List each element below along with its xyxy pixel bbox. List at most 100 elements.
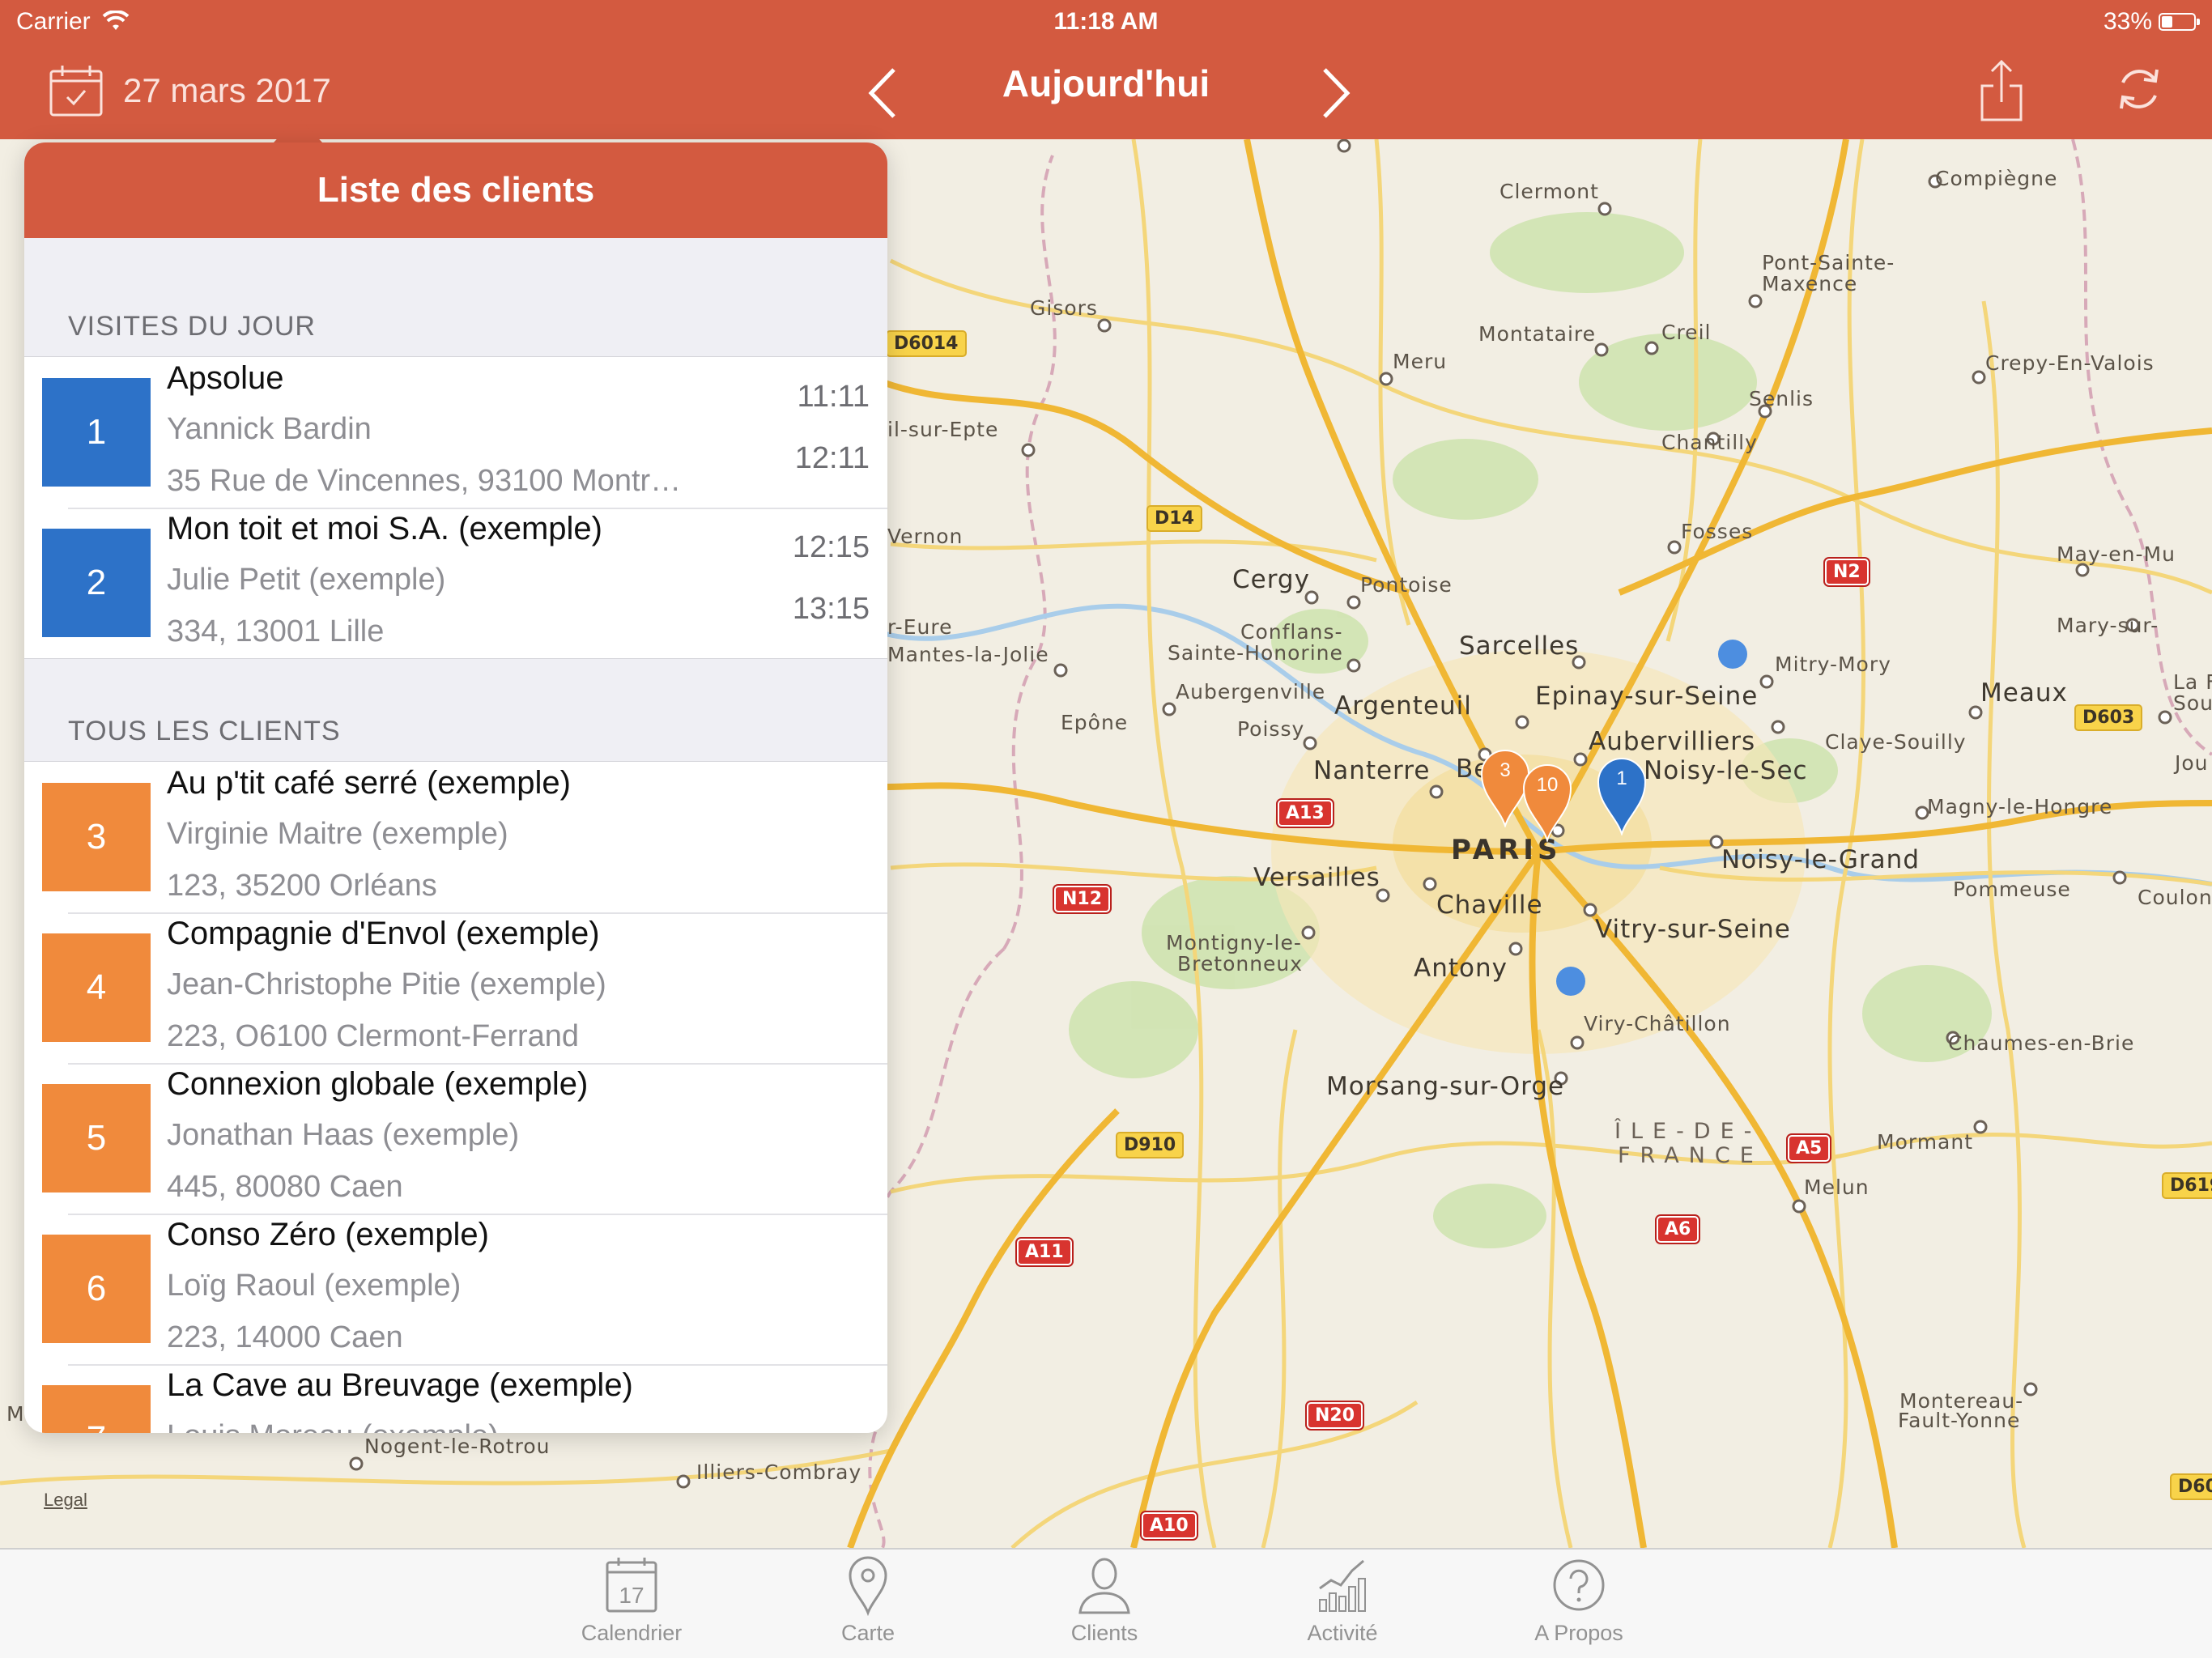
map-label: Vitry-sur-Seine bbox=[1595, 915, 1791, 944]
map-label: Pont-Sainte- bbox=[1762, 251, 1895, 274]
map-label: M bbox=[6, 1402, 25, 1426]
road-shield: N2 bbox=[1825, 559, 1869, 585]
client-address: 123, 35200 Orléans bbox=[167, 869, 437, 903]
client-number-badge: 5 bbox=[42, 1084, 151, 1192]
tab-clients[interactable]: Clients bbox=[999, 1554, 1210, 1656]
map-label: Meru bbox=[1393, 350, 1448, 373]
map-label-region: FRANCE bbox=[1618, 1143, 1763, 1168]
map-label: May-en-Mu bbox=[2057, 542, 2176, 566]
all-clients-list: 3 Au p'tit café serré (exemple) Virginie… bbox=[24, 761, 887, 1433]
client-row[interactable]: 4 Compagnie d'Envol (exemple) Jean-Chris… bbox=[24, 912, 887, 1063]
map-label: Pommeuse bbox=[1953, 878, 2071, 901]
map-label: Epône bbox=[1061, 711, 1129, 734]
battery-percent: 33% bbox=[2103, 8, 2152, 35]
map-label: Poissy bbox=[1237, 717, 1305, 741]
client-map-pin[interactable]: 10 bbox=[1522, 763, 1572, 842]
refresh-icon[interactable] bbox=[2113, 63, 2165, 115]
map-label: Meaux bbox=[1980, 678, 2068, 708]
client-name: La Cave au Breuvage (exemple) bbox=[167, 1367, 633, 1403]
client-address: 334, 13001 Lille bbox=[167, 614, 385, 648]
section-title-all: TOUS LES CLIENTS bbox=[68, 716, 341, 746]
client-row[interactable]: 5 Connexion globale (exemple) Jonathan H… bbox=[24, 1063, 887, 1214]
client-map-pin[interactable]: 1 bbox=[1597, 756, 1647, 835]
road-shield: A6 bbox=[1657, 1216, 1699, 1243]
map-label: Illiers-Combray bbox=[696, 1460, 862, 1484]
map-label: Crepy-En-Valois bbox=[1985, 351, 2155, 375]
client-number-badge: 3 bbox=[42, 783, 151, 891]
client-row[interactable]: 7 La Cave au Breuvage (exemple) Louis Mo… bbox=[24, 1364, 887, 1433]
client-contact: Julie Petit (exemple) bbox=[167, 563, 446, 597]
tab-label: Activité bbox=[1307, 1621, 1378, 1645]
map-label: Mary-sur- bbox=[2057, 614, 2159, 637]
map-label: Coulon bbox=[2138, 886, 2212, 909]
map-label: Clermont bbox=[1499, 180, 1599, 203]
navigation-bar: Carrier 11:18 AM 33% 27 mars 2017 Aujour… bbox=[0, 0, 2212, 139]
chevron-right-icon[interactable] bbox=[1312, 65, 1360, 121]
map-pin-icon bbox=[849, 1556, 887, 1616]
map-label: Mormant bbox=[1877, 1130, 1974, 1154]
map-label: Melun bbox=[1804, 1175, 1870, 1199]
client-row[interactable]: 3 Au p'tit café serré (exemple) Virginie… bbox=[24, 762, 887, 912]
map-label: Jou bbox=[2175, 751, 2209, 775]
client-number-badge: 6 bbox=[42, 1235, 151, 1343]
tab-activite[interactable]: Activité bbox=[1237, 1554, 1448, 1656]
client-address: 35 Rue de Vincennes, 93100 Montr… bbox=[167, 464, 682, 498]
map-label: Cergy bbox=[1232, 565, 1310, 594]
map-label: Mitry-Mory bbox=[1775, 653, 1891, 676]
tab-calendrier[interactable]: 17 Calendrier bbox=[526, 1554, 737, 1656]
map-label: Nanterre bbox=[1313, 756, 1431, 785]
popover-title: Liste des clients bbox=[317, 170, 595, 210]
section-title-today: VISITES DU JOUR bbox=[68, 311, 316, 342]
tab-apropos[interactable]: A Propos bbox=[1474, 1554, 1684, 1656]
visit-row[interactable]: 2 Mon toit et moi S.A. (exemple) Julie P… bbox=[24, 508, 887, 658]
road-shield: D14 bbox=[1146, 505, 1202, 532]
calendar-icon: 17 bbox=[606, 1558, 657, 1613]
road-shield: D619 bbox=[2162, 1172, 2212, 1199]
road-shield: D6014 bbox=[886, 330, 967, 357]
map-label: Creil bbox=[1661, 321, 1712, 344]
client-list-popover: Liste des clients VISITES DU JOUR 1 Apso… bbox=[24, 142, 887, 1433]
today-visits-list: 1 Apsolue Yannick Bardin 35 Rue de Vince… bbox=[24, 356, 887, 659]
road-shield: D60 bbox=[2170, 1473, 2212, 1500]
map-label: Montigny-le- bbox=[1166, 931, 1302, 954]
page-title: Aujourd'hui bbox=[1002, 62, 1210, 104]
legal-link[interactable]: Legal bbox=[44, 1490, 87, 1511]
map-label: Aubergenville bbox=[1176, 680, 1326, 704]
tab-label: A Propos bbox=[1534, 1621, 1623, 1645]
map-label: Argenteuil bbox=[1334, 691, 1472, 721]
client-number-badge: 7 bbox=[42, 1385, 151, 1433]
status-time: 11:18 AM bbox=[1053, 8, 1159, 35]
client-contact: Virginie Maitre (exemple) bbox=[167, 817, 508, 851]
client-contact: Loïg Raoul (exemple) bbox=[167, 1269, 462, 1303]
visit-row[interactable]: 1 Apsolue Yannick Bardin 35 Rue de Vince… bbox=[24, 357, 887, 508]
popover-arrow bbox=[274, 117, 322, 142]
client-address: 223, O6100 Clermont-Ferrand bbox=[167, 1019, 580, 1053]
client-name: Compagnie d'Envol (exemple) bbox=[167, 916, 600, 951]
map-label: il-sur-Epte bbox=[887, 418, 999, 441]
map-label: Sainte-Honorine bbox=[1168, 641, 1343, 665]
client-name: Au p'tit café serré (exemple) bbox=[167, 765, 571, 801]
map-label: Maxence bbox=[1762, 272, 1858, 295]
client-address: 445, 80080 Caen bbox=[167, 1170, 403, 1204]
road-shield: A10 bbox=[1142, 1512, 1197, 1539]
map-label-region: ÎLE-DE- bbox=[1614, 1119, 1762, 1144]
map-label: Aubervilliers bbox=[1589, 727, 1756, 756]
map-label: Montataire bbox=[1478, 322, 1597, 346]
road-shield: N12 bbox=[1054, 886, 1111, 912]
map-label: Fault-Yonne bbox=[1898, 1409, 2021, 1432]
client-number-badge: 4 bbox=[42, 933, 151, 1042]
client-contact: Louis Moreau (exemple) bbox=[167, 1419, 499, 1433]
map-label: Pontoise bbox=[1360, 573, 1453, 597]
road-shield: D910 bbox=[1116, 1132, 1185, 1158]
svg-text:17: 17 bbox=[619, 1583, 644, 1608]
visit-end-time: 12:11 bbox=[794, 441, 870, 475]
client-number-badge: 1 bbox=[42, 378, 151, 487]
map-label: Vernon bbox=[887, 525, 963, 548]
road-shield: A11 bbox=[1017, 1239, 1072, 1265]
map-label: La F bbox=[2173, 670, 2212, 694]
status-battery: 33% bbox=[2103, 8, 2200, 36]
tab-carte[interactable]: Carte bbox=[763, 1554, 973, 1656]
share-icon[interactable] bbox=[1976, 58, 2027, 123]
map-label: Sou bbox=[2173, 691, 2212, 715]
client-row[interactable]: 6 Conso Zéro (exemple) Loïg Raoul (exemp… bbox=[24, 1214, 887, 1364]
